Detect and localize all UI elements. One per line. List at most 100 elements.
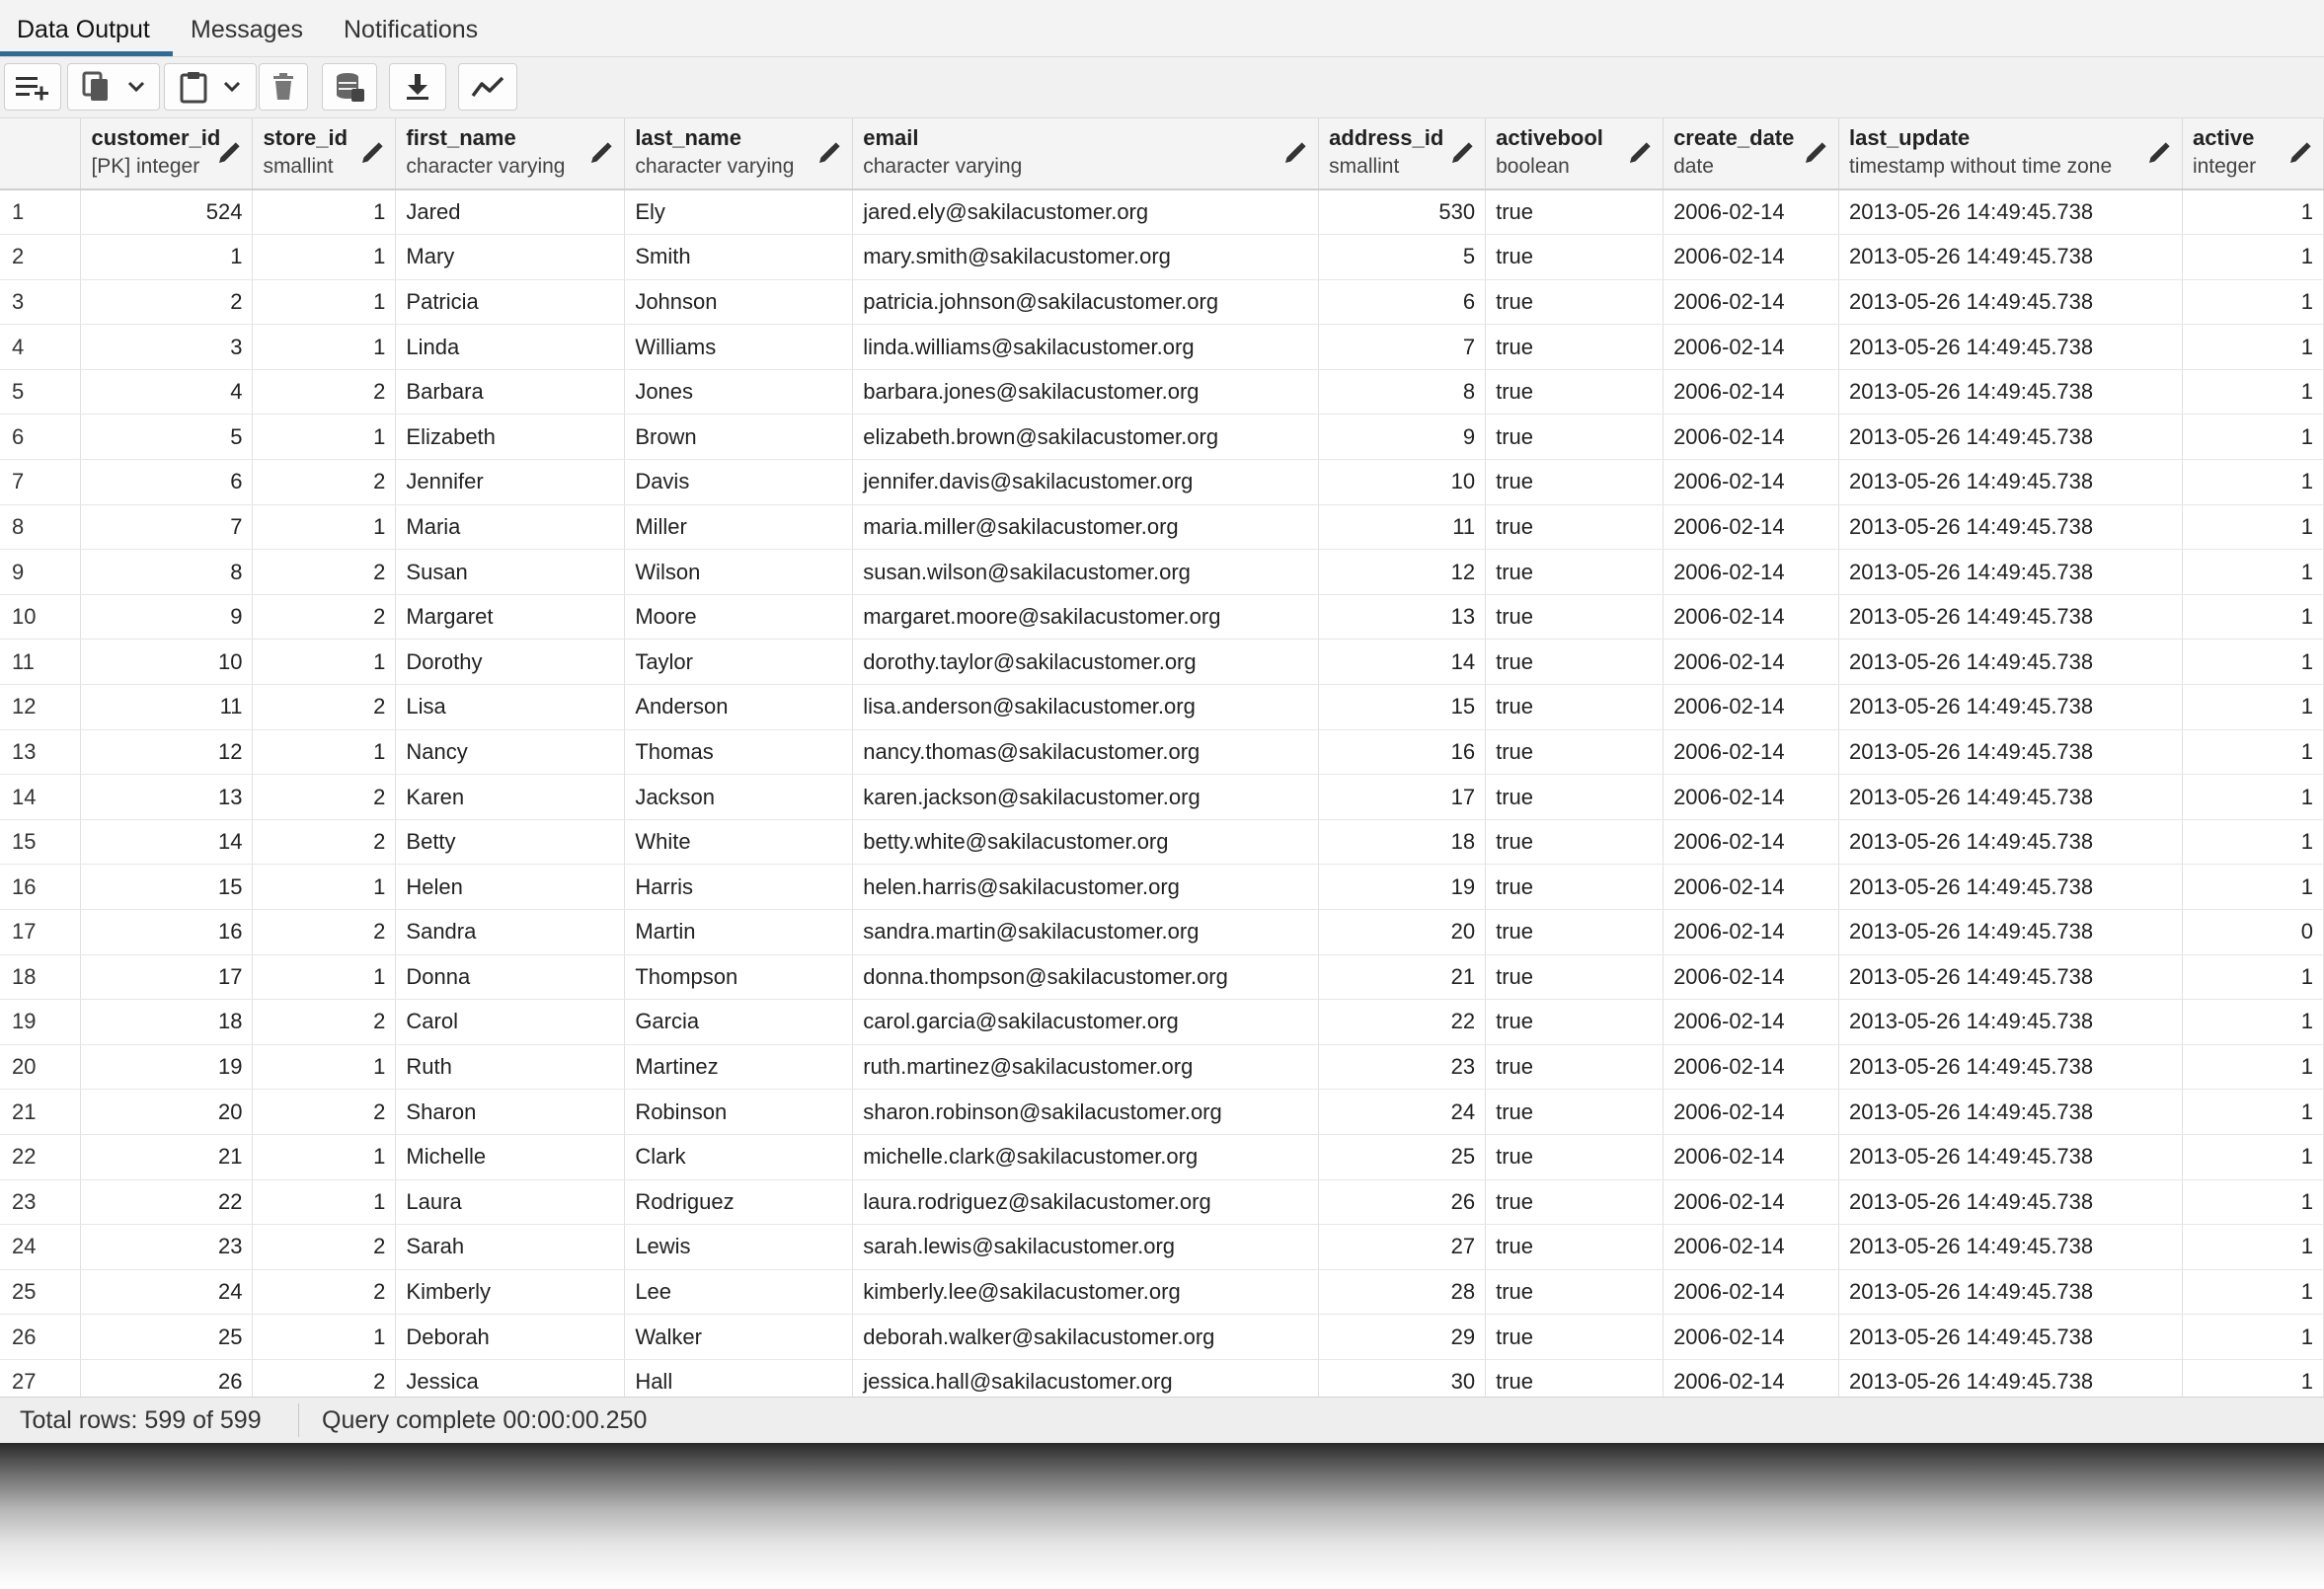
cell-last-update[interactable]: 2013-05-26 14:49:45.738: [1838, 999, 2183, 1045]
row-number[interactable]: 15: [0, 819, 82, 866]
cell-active[interactable]: 1: [2182, 684, 2324, 730]
cell-customer-id[interactable]: 17: [80, 954, 254, 1001]
cell-create-date[interactable]: 2006-02-14: [1663, 819, 1840, 866]
cell-last-name[interactable]: Clark: [624, 1134, 854, 1180]
cell-store-id[interactable]: 1: [252, 729, 397, 776]
column-header-address-id[interactable]: address_id smallint: [1318, 118, 1487, 190]
table-row[interactable]: 21 20 2 Sharon Robinson sharon.robinson@sakil…: [0, 1089, 2324, 1135]
table-row[interactable]: 25 24 2 Kimberly Lee kimberly.lee@sakilacusto…: [0, 1269, 2324, 1316]
cell-first-name[interactable]: Helen: [395, 864, 626, 910]
cell-store-id[interactable]: 2: [252, 549, 397, 595]
cell-store-id[interactable]: 1: [252, 504, 397, 551]
chevron-down-icon[interactable]: [126, 80, 146, 94]
cell-last-update[interactable]: 2013-05-26 14:49:45.738: [1838, 684, 2183, 730]
table-row[interactable]: 2 1 1 Mary Smith mary.smith@sakilacustomer.or…: [0, 234, 2324, 280]
cell-activebool[interactable]: true: [1485, 1269, 1665, 1316]
cell-address-id[interactable]: 27: [1318, 1224, 1487, 1270]
cell-last-name[interactable]: Brown: [624, 414, 854, 461]
cell-last-update[interactable]: 2013-05-26 14:49:45.738: [1838, 1224, 2183, 1270]
cell-store-id[interactable]: 2: [252, 1269, 397, 1316]
cell-address-id[interactable]: 18: [1318, 819, 1487, 866]
cell-create-date[interactable]: 2006-02-14: [1663, 729, 1840, 776]
table-row[interactable]: 23 22 1 Laura Rodriguez laura.rodriguez@sakil…: [0, 1179, 2324, 1226]
cell-address-id[interactable]: 24: [1318, 1089, 1487, 1135]
cell-active[interactable]: 1: [2182, 1134, 2324, 1180]
cell-email[interactable]: dorothy.taylor@sakilacustomer.org: [852, 639, 1320, 686]
cell-customer-id[interactable]: 14: [80, 819, 254, 866]
table-row[interactable]: 11 10 1 Dorothy Taylor dorothy.taylor@sakilac…: [0, 639, 2324, 686]
cell-last-name[interactable]: Lewis: [624, 1224, 854, 1270]
pencil-icon[interactable]: [2146, 142, 2170, 166]
table-row[interactable]: 18 17 1 Donna Thompson donna.thompson@sakilac…: [0, 954, 2324, 1001]
row-number[interactable]: 11: [0, 639, 82, 686]
delete-button[interactable]: [259, 63, 308, 111]
row-number[interactable]: 27: [0, 1359, 82, 1397]
cell-email[interactable]: jared.ely@sakilacustomer.org: [852, 189, 1320, 236]
cell-create-date[interactable]: 2006-02-14: [1663, 1089, 1840, 1135]
row-number[interactable]: 19: [0, 999, 82, 1045]
cell-create-date[interactable]: 2006-02-14: [1663, 1269, 1840, 1316]
pencil-icon[interactable]: [1627, 142, 1651, 166]
cell-first-name[interactable]: Donna: [395, 954, 626, 1001]
cell-store-id[interactable]: 2: [252, 909, 397, 955]
cell-address-id[interactable]: 17: [1318, 774, 1487, 820]
cell-address-id[interactable]: 21: [1318, 954, 1487, 1001]
cell-last-update[interactable]: 2013-05-26 14:49:45.738: [1838, 504, 2183, 551]
column-header-activebool[interactable]: activebool boolean: [1485, 118, 1665, 190]
cell-active[interactable]: 1: [2182, 504, 2324, 551]
cell-last-name[interactable]: Thompson: [624, 954, 854, 1001]
cell-first-name[interactable]: Maria: [395, 504, 626, 551]
cell-email[interactable]: jessica.hall@sakilacustomer.org: [852, 1359, 1320, 1397]
cell-last-update[interactable]: 2013-05-26 14:49:45.738: [1838, 1314, 2183, 1360]
cell-email[interactable]: sarah.lewis@sakilacustomer.org: [852, 1224, 1320, 1270]
cell-last-update[interactable]: 2013-05-26 14:49:45.738: [1838, 279, 2183, 326]
table-row[interactable]: 27 26 2 Jessica Hall jessica.hall@sakilacusto…: [0, 1359, 2324, 1397]
table-row[interactable]: 26 25 1 Deborah Walker deborah.walker@sakilac…: [0, 1314, 2324, 1360]
cell-last-name[interactable]: Ely: [624, 189, 854, 236]
cell-first-name[interactable]: Laura: [395, 1179, 626, 1226]
row-number[interactable]: 6: [0, 414, 82, 461]
cell-activebool[interactable]: true: [1485, 1314, 1665, 1360]
cell-last-update[interactable]: 2013-05-26 14:49:45.738: [1838, 819, 2183, 866]
cell-last-update[interactable]: 2013-05-26 14:49:45.738: [1838, 774, 2183, 820]
cell-first-name[interactable]: Carol: [395, 999, 626, 1045]
cell-activebool[interactable]: true: [1485, 684, 1665, 730]
cell-last-name[interactable]: Martin: [624, 909, 854, 955]
table-row[interactable]: 22 21 1 Michelle Clark michelle.clark@sakilac…: [0, 1134, 2324, 1180]
pencil-icon[interactable]: [1282, 142, 1306, 166]
cell-email[interactable]: sharon.robinson@sakilacustomer.org: [852, 1089, 1320, 1135]
cell-first-name[interactable]: Nancy: [395, 729, 626, 776]
cell-active[interactable]: 1: [2182, 1044, 2324, 1091]
table-row[interactable]: 1 524 1 Jared Ely jared.ely@sakilacustomer.or…: [0, 189, 2324, 236]
cell-last-name[interactable]: Harris: [624, 864, 854, 910]
cell-customer-id[interactable]: 12: [80, 729, 254, 776]
cell-activebool[interactable]: true: [1485, 414, 1665, 461]
cell-last-name[interactable]: Martinez: [624, 1044, 854, 1091]
cell-address-id[interactable]: 30: [1318, 1359, 1487, 1397]
cell-email[interactable]: nancy.thomas@sakilacustomer.org: [852, 729, 1320, 776]
cell-activebool[interactable]: true: [1485, 819, 1665, 866]
table-row[interactable]: 19 18 2 Carol Garcia carol.garcia@sakilacusto…: [0, 999, 2324, 1045]
cell-active[interactable]: 1: [2182, 1179, 2324, 1226]
cell-address-id[interactable]: 15: [1318, 684, 1487, 730]
cell-address-id[interactable]: 8: [1318, 369, 1487, 416]
cell-create-date[interactable]: 2006-02-14: [1663, 954, 1840, 1001]
row-number[interactable]: 26: [0, 1314, 82, 1360]
cell-activebool[interactable]: true: [1485, 189, 1665, 236]
cell-create-date[interactable]: 2006-02-14: [1663, 1359, 1840, 1397]
cell-last-name[interactable]: Hall: [624, 1359, 854, 1397]
cell-last-update[interactable]: 2013-05-26 14:49:45.738: [1838, 1359, 2183, 1397]
cell-first-name[interactable]: Elizabeth: [395, 414, 626, 461]
cell-store-id[interactable]: 1: [252, 1134, 397, 1180]
cell-activebool[interactable]: true: [1485, 279, 1665, 326]
cell-store-id[interactable]: 1: [252, 189, 397, 236]
cell-email[interactable]: carol.garcia@sakilacustomer.org: [852, 999, 1320, 1045]
cell-active[interactable]: 1: [2182, 954, 2324, 1001]
table-row[interactable]: 9 8 2 Susan Wilson susan.wilson@sakilacustome…: [0, 549, 2324, 595]
cell-last-update[interactable]: 2013-05-26 14:49:45.738: [1838, 324, 2183, 370]
pencil-icon[interactable]: [1449, 142, 1473, 166]
cell-address-id[interactable]: 11: [1318, 504, 1487, 551]
cell-activebool[interactable]: true: [1485, 1224, 1665, 1270]
cell-address-id[interactable]: 22: [1318, 999, 1487, 1045]
cell-last-update[interactable]: 2013-05-26 14:49:45.738: [1838, 1269, 2183, 1316]
